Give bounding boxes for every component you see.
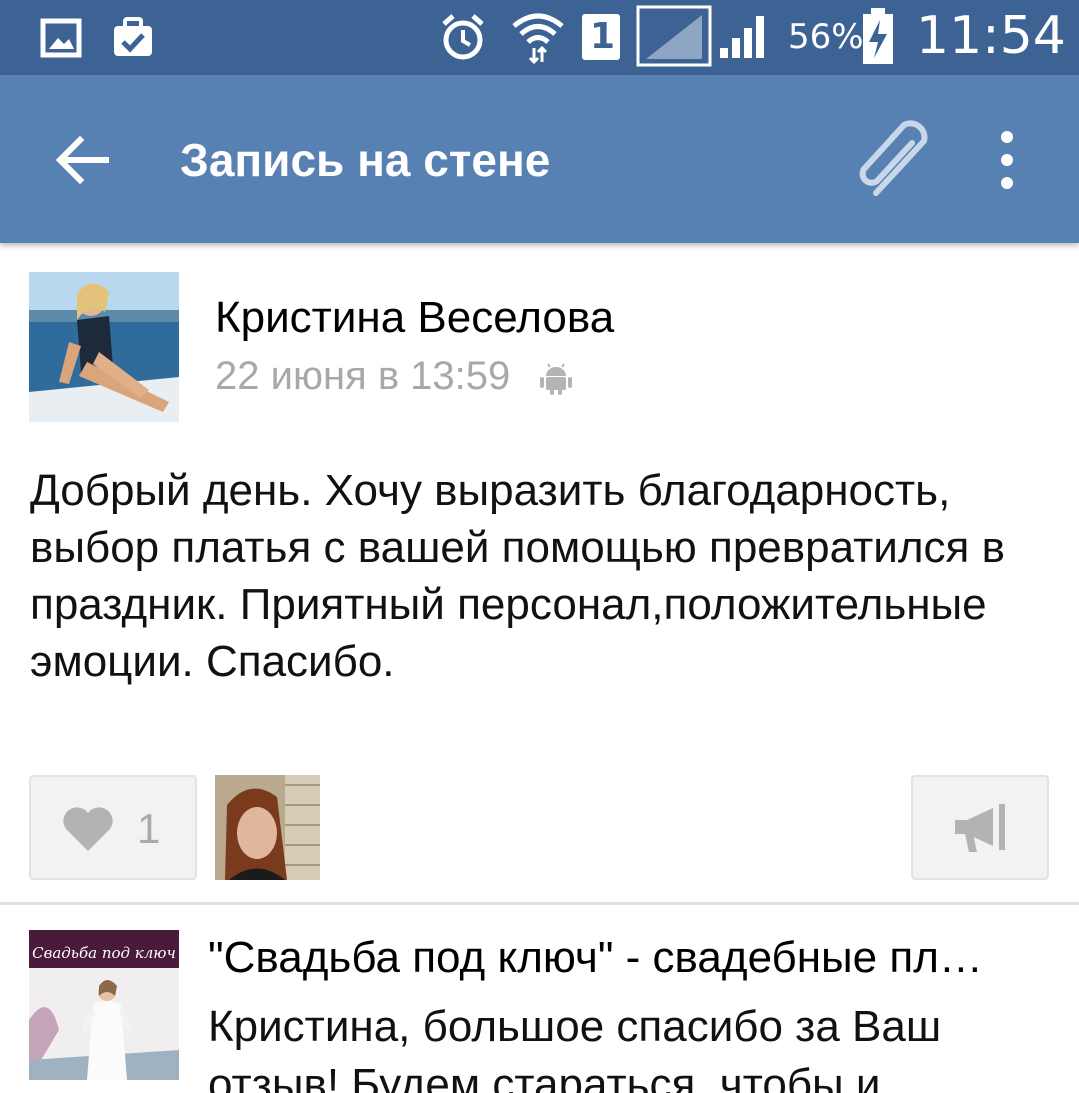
attach-button[interactable]: [848, 115, 948, 205]
post-text: Добрый день. Хочу выразить благодарность…: [30, 466, 1005, 686]
clipboard-check-icon: [114, 17, 152, 56]
megaphone-icon: [955, 804, 1005, 852]
comment-text: Кристина, большое спасибо за Ваш отзыв! …: [208, 1002, 942, 1093]
like-count: 1: [137, 805, 161, 852]
status-bar: 1 56% 11:54: [0, 0, 1079, 75]
back-arrow-icon: [55, 135, 109, 185]
back-button[interactable]: [40, 120, 130, 200]
sim-1-icon: 1: [582, 14, 620, 60]
like-button[interactable]: 1: [29, 775, 197, 880]
more-options-button[interactable]: [980, 125, 1035, 195]
divider: [0, 902, 1079, 905]
author-name[interactable]: Кристина Веселова: [215, 293, 614, 343]
more-vert-icon: [1001, 131, 1013, 189]
gallery-icon: [40, 18, 82, 58]
alarm-icon: [442, 14, 484, 60]
clock: 11:54: [916, 6, 1066, 66]
comment-author[interactable]: "Свадьба под ключ" - свадебные пл…: [208, 933, 1048, 983]
avatar-logo-text: Свадьба под ключ: [32, 944, 176, 962]
liker-avatar[interactable]: [215, 775, 320, 880]
battery-percent: 56%: [788, 17, 864, 57]
android-icon: [540, 363, 572, 395]
signal-icon: [720, 16, 764, 58]
signal-empty-icon: [636, 5, 712, 67]
share-button[interactable]: [911, 775, 1049, 880]
comment-author-avatar[interactable]: Свадьба под ключ: [29, 930, 179, 1080]
paperclip-icon: [859, 120, 928, 196]
post-date: 22 июня в 13:59: [215, 354, 511, 398]
battery-charging-icon: [863, 8, 893, 64]
heart-icon: [63, 807, 113, 851]
author-avatar[interactable]: [29, 272, 179, 422]
page-title: Запись на стене: [180, 134, 551, 186]
wifi-icon: [512, 13, 564, 64]
sim-slot-label: 1: [590, 16, 616, 57]
app-bar: Запись на стене: [0, 75, 1079, 243]
